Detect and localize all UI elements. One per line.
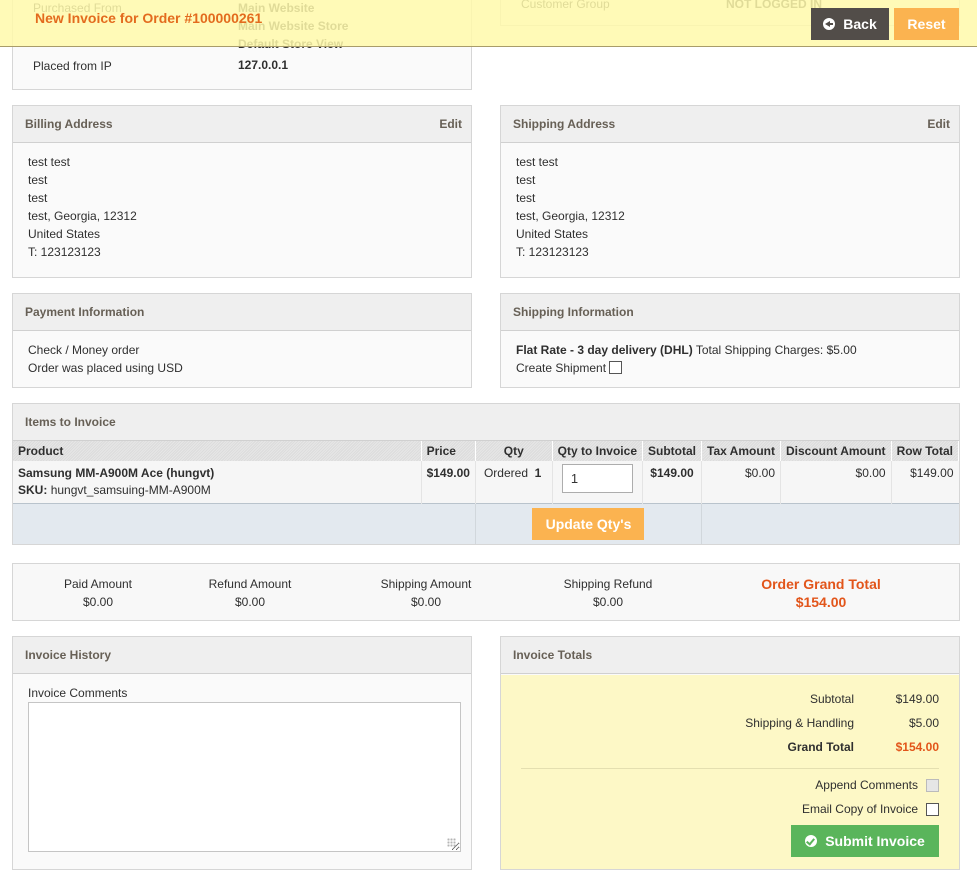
totals-divider [521, 768, 939, 769]
payment-method: Check / Money order [28, 343, 140, 357]
email-copy-label: Email Copy of Invoice [801, 802, 918, 816]
qty-to-invoice-input[interactable] [561, 464, 633, 493]
append-comments-checkbox[interactable] [926, 779, 939, 792]
items-footer-row: Update Qty's [13, 503, 959, 544]
sku-label: SKU: [18, 483, 48, 497]
update-qtys-button[interactable]: Update Qty's [532, 508, 645, 540]
items-table: Product Price Qty Qty to Invoice Subtota… [13, 441, 960, 544]
billing-line: T: 123123123 [28, 245, 101, 259]
back-label: Back [843, 16, 877, 32]
col-price: Price [421, 441, 476, 461]
resize-grip-icon[interactable] [447, 838, 456, 847]
order-grand-total-label: Order Grand Total [761, 576, 881, 592]
shipping-handling-label: Shipping & Handling [745, 716, 854, 730]
col-discount: Discount Amount [780, 441, 892, 461]
col-product: Product [13, 441, 422, 461]
check-circle-icon [805, 835, 818, 847]
col-qty-to-invoice: Qty to Invoice [552, 441, 644, 461]
reset-button[interactable]: Reset [894, 8, 959, 40]
table-row: Samsung MM-A900M Ace (hungvt) SKU: hungv… [13, 461, 959, 504]
refund-amount-label: Refund Amount [208, 577, 292, 591]
submit-invoice-label: Submit Invoice [825, 833, 925, 849]
shipping-line: test, Georgia, 12312 [516, 209, 625, 223]
shipping-line: test test [516, 155, 559, 169]
shipping-refund-value: $0.00 [592, 595, 624, 609]
shipping-line: United States [516, 227, 589, 241]
item-tax: $0.00 [744, 466, 775, 480]
payment-currency-note: Order was placed using USD [28, 361, 183, 375]
create-shipment-checkbox[interactable] [609, 361, 623, 375]
product-sku: hungvt_samsuing-MM-A900M [50, 483, 211, 497]
invoice-comments-label: Invoice Comments [28, 686, 128, 700]
shipping-info-title: Shipping Information [513, 305, 634, 319]
item-discount: $0.00 [855, 466, 886, 480]
shipping-refund-label: Shipping Refund [563, 577, 653, 591]
grand-total-label: Grand Total [787, 740, 854, 754]
paid-amount-label: Paid Amount [63, 577, 133, 591]
shipping-info-box: Shipping Information Flat Rate - 3 day d… [500, 293, 960, 388]
billing-line: test [28, 173, 48, 187]
submit-invoice-button[interactable]: Submit Invoice [791, 825, 939, 857]
back-button[interactable]: Back [811, 8, 889, 40]
refund-amount-value: $0.00 [234, 595, 266, 609]
col-tax: Tax Amount [701, 441, 781, 461]
shipping-amount-value: $0.00 [410, 595, 442, 609]
invoice-history-box: Invoice History Invoice Comments [12, 636, 472, 870]
invoice-comments-textarea[interactable] [28, 702, 461, 852]
subtotal-label: Subtotal [809, 692, 854, 706]
shipping-method: Flat Rate - 3 day delivery (DHL) [516, 343, 693, 357]
shipping-handling-value: $5.00 [908, 716, 939, 730]
placed-from-ip-label: Placed from IP [33, 59, 112, 73]
shipping-edit-link[interactable]: Edit [927, 106, 950, 143]
col-row-total: Row Total [891, 441, 960, 461]
qty-ordered-label: Ordered [483, 466, 528, 480]
billing-line: test [28, 191, 48, 205]
shipping-line: T: 123123123 [516, 245, 589, 259]
items-header-row: Product Price Qty Qty to Invoice Subtota… [13, 441, 960, 461]
shipping-amount-label: Shipping Amount [380, 577, 472, 591]
billing-address-title: Billing Address [25, 117, 113, 131]
payment-info-box: Payment Information Check / Money order … [12, 293, 472, 388]
page-header: New Invoice for Order #100000261 Back Re… [0, 0, 977, 47]
item-price: $149.00 [426, 466, 470, 480]
billing-line: test test [28, 155, 71, 169]
billing-line: test, Georgia, 12312 [28, 209, 137, 223]
grand-total-value: $154.00 [895, 740, 939, 754]
col-subtotal: Subtotal [642, 441, 702, 461]
order-summary-bar: Paid Amount $0.00 Refund Amount $0.00 Sh… [12, 563, 960, 621]
create-shipment-label: Create Shipment [516, 361, 607, 375]
col-qty: Qty [475, 441, 553, 461]
item-row-total: $149.00 [910, 466, 954, 480]
invoice-totals-title: Invoice Totals [513, 648, 593, 662]
shipping-line: test [516, 191, 536, 205]
page-title: New Invoice for Order #100000261 [35, 10, 263, 26]
placed-from-ip-value: 127.0.0.1 [238, 58, 289, 72]
order-grand-total-value: $154.00 [795, 594, 847, 610]
product-name: Samsung MM-A900M Ace (hungvt) [18, 466, 215, 480]
billing-address-box: Billing Address Edit test test test test… [12, 105, 472, 278]
billing-edit-link[interactable]: Edit [439, 106, 462, 143]
arrow-left-icon [823, 18, 836, 30]
invoice-history-title: Invoice History [25, 648, 112, 662]
payment-info-title: Payment Information [25, 305, 145, 319]
qty-ordered-value: 1 [534, 466, 542, 480]
subtotal-value: $149.00 [895, 692, 939, 706]
invoice-totals-box: Invoice Totals Subtotal $149.00 Shipping… [500, 636, 960, 870]
shipping-address-title: Shipping Address [513, 117, 616, 131]
shipping-address-box: Shipping Address Edit test test test tes… [500, 105, 960, 278]
items-box: Items to Invoice Product Price Qty Qty t… [12, 403, 960, 545]
items-title: Items to Invoice [25, 415, 116, 429]
shipping-line: test [516, 173, 536, 187]
billing-line: United States [28, 227, 101, 241]
item-subtotal: $149.00 [650, 466, 694, 480]
paid-amount-value: $0.00 [82, 595, 114, 609]
email-copy-checkbox[interactable] [926, 803, 939, 816]
shipping-charges: Total Shipping Charges: $5.00 [695, 343, 857, 357]
append-comments-label: Append Comments [815, 778, 918, 792]
